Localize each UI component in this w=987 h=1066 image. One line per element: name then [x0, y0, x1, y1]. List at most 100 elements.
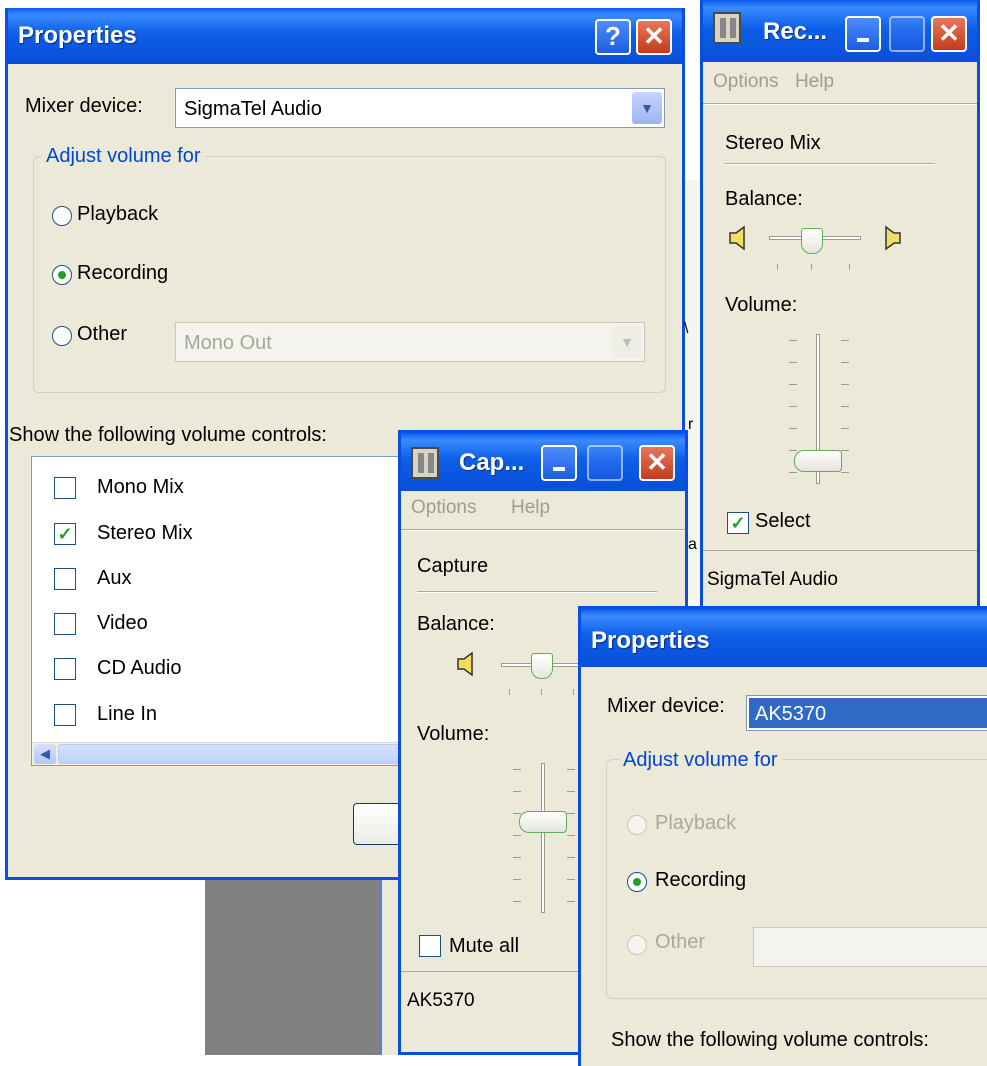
help-button[interactable]: ? [595, 19, 631, 55]
balance-tick [811, 264, 812, 270]
select-checkbox[interactable]: ✓ [727, 512, 749, 534]
checkbox-line-in[interactable] [54, 704, 76, 726]
balance-tick [777, 264, 778, 270]
window-title: Cap... [459, 449, 525, 476]
radio-recording[interactable] [52, 265, 72, 285]
window-title: Rec... [763, 18, 828, 45]
select-label[interactable]: Select [755, 510, 811, 533]
volume-ticks [513, 769, 575, 909]
volume-label: Volume: [417, 723, 490, 745]
close-button[interactable]: ✕ [931, 16, 967, 52]
balance-label: Balance: [725, 188, 803, 210]
menu-help[interactable]: Help [795, 71, 834, 93]
checkbox-stereo-mix[interactable]: ✓ [54, 523, 76, 545]
balance-tick [849, 264, 850, 270]
radio-playback-label[interactable]: Playback [77, 203, 158, 226]
scroll-thumb[interactable] [58, 744, 438, 764]
radio-recording-label[interactable]: Recording [655, 869, 746, 892]
other-device-value: Mono Out [184, 332, 272, 354]
balance-slider-thumb[interactable] [801, 228, 823, 254]
menu-separator [703, 103, 977, 105]
balance-tick [573, 689, 574, 695]
channel-separator [725, 163, 935, 165]
control-label-aux[interactable]: Aux [97, 567, 131, 590]
volume-slider-thumb[interactable] [519, 811, 567, 833]
close-icon: ✕ [643, 21, 665, 51]
show-controls-label: Show the following volume controls: [9, 424, 327, 446]
radio-other-label[interactable]: Other [77, 323, 127, 346]
speaker-right-icon [879, 225, 903, 251]
radio-other-label[interactable]: Other [655, 931, 705, 954]
channel-separator [417, 591, 657, 593]
minimize-icon [553, 467, 565, 471]
other-device-dropdown[interactable]: Mono Out ▼ [175, 322, 645, 362]
maximize-button[interactable] [889, 16, 925, 52]
close-button[interactable]: ✕ [636, 19, 672, 55]
device-name: AK5370 [407, 990, 475, 1011]
background-text-fragment: \ [684, 320, 689, 337]
mixer-device-dropdown[interactable]: SigmaTel Audio ▼ [175, 88, 665, 128]
close-button[interactable]: ✕ [639, 445, 675, 481]
chevron-down-icon[interactable]: ▼ [612, 326, 642, 358]
channel-name: Capture [417, 555, 489, 577]
balance-slider-thumb[interactable] [531, 653, 553, 679]
minimize-button[interactable] [541, 445, 577, 481]
adjust-volume-legend: Adjust volume for [619, 749, 782, 772]
menu-separator [401, 529, 685, 531]
checkbox-cd-audio[interactable] [54, 658, 76, 680]
scroll-left-button[interactable]: ◀ [34, 744, 56, 764]
window-title: Properties [18, 22, 137, 49]
controls-listbox[interactable]: Mono Mix ✓ Stereo Mix Aux Video CD Audio… [31, 456, 451, 766]
checkbox-video[interactable] [54, 613, 76, 635]
title-bar[interactable]: Rec... ✕ [703, 0, 977, 62]
mixer-device-label: Mixer device: [607, 695, 725, 717]
balance-tick [509, 689, 510, 695]
control-label-line-in[interactable]: Line In [97, 703, 157, 726]
balance-tick [541, 689, 542, 695]
volume-control-app-icon [411, 447, 439, 479]
close-icon: ✕ [938, 18, 960, 48]
control-label-mono-mix[interactable]: Mono Mix [97, 476, 184, 499]
radio-other[interactable] [627, 935, 647, 955]
radio-playback-label[interactable]: Playback [655, 812, 736, 835]
volume-label: Volume: [725, 294, 798, 316]
title-bar[interactable]: Properties [581, 609, 987, 667]
radio-recording-label[interactable]: Recording [77, 262, 168, 285]
device-name: SigmaTel Audio [707, 569, 838, 590]
speaker-left-icon [727, 225, 751, 251]
title-bar[interactable]: Properties ? ✕ [8, 8, 682, 64]
chevron-left-icon: ◀ [40, 746, 50, 761]
mixer-device-value: AK5370 [749, 698, 987, 728]
menu-help[interactable]: Help [511, 497, 550, 519]
radio-playback[interactable] [52, 206, 72, 226]
show-controls-label: Show the following volume controls: [611, 1029, 929, 1051]
channel-name: Stereo Mix [725, 132, 821, 154]
title-bar[interactable]: Cap... ✕ [401, 433, 685, 491]
window-title: Properties [591, 627, 710, 654]
radio-other[interactable] [52, 326, 72, 346]
background-text-fragment: a [688, 536, 697, 553]
mute-all-checkbox[interactable] [419, 935, 441, 957]
control-label-video[interactable]: Video [97, 612, 148, 635]
radio-playback[interactable] [627, 815, 647, 835]
mixer-device-dropdown[interactable]: AK5370 [746, 695, 987, 731]
minimize-button[interactable] [845, 16, 881, 52]
volume-control-app-icon [713, 12, 741, 44]
mute-all-label[interactable]: Mute all [449, 935, 519, 958]
horizontal-scrollbar[interactable]: ◀ [32, 742, 450, 765]
checkbox-aux[interactable] [54, 568, 76, 590]
control-label-stereo-mix[interactable]: Stereo Mix [97, 522, 193, 545]
menu-options[interactable]: Options [411, 497, 476, 519]
control-label-cd-audio[interactable]: CD Audio [97, 657, 182, 680]
speaker-left-icon [455, 651, 479, 677]
minimize-icon [857, 38, 869, 42]
other-device-dropdown[interactable] [753, 927, 987, 967]
volume-slider-thumb[interactable] [794, 450, 842, 472]
maximize-button[interactable] [587, 445, 623, 481]
checkbox-mono-mix[interactable] [54, 477, 76, 499]
mixer-device-label: Mixer device: [25, 95, 143, 117]
menu-options[interactable]: Options [713, 71, 778, 93]
chevron-down-icon[interactable]: ▼ [632, 92, 662, 124]
radio-recording[interactable] [627, 872, 647, 892]
balance-label: Balance: [417, 613, 495, 635]
